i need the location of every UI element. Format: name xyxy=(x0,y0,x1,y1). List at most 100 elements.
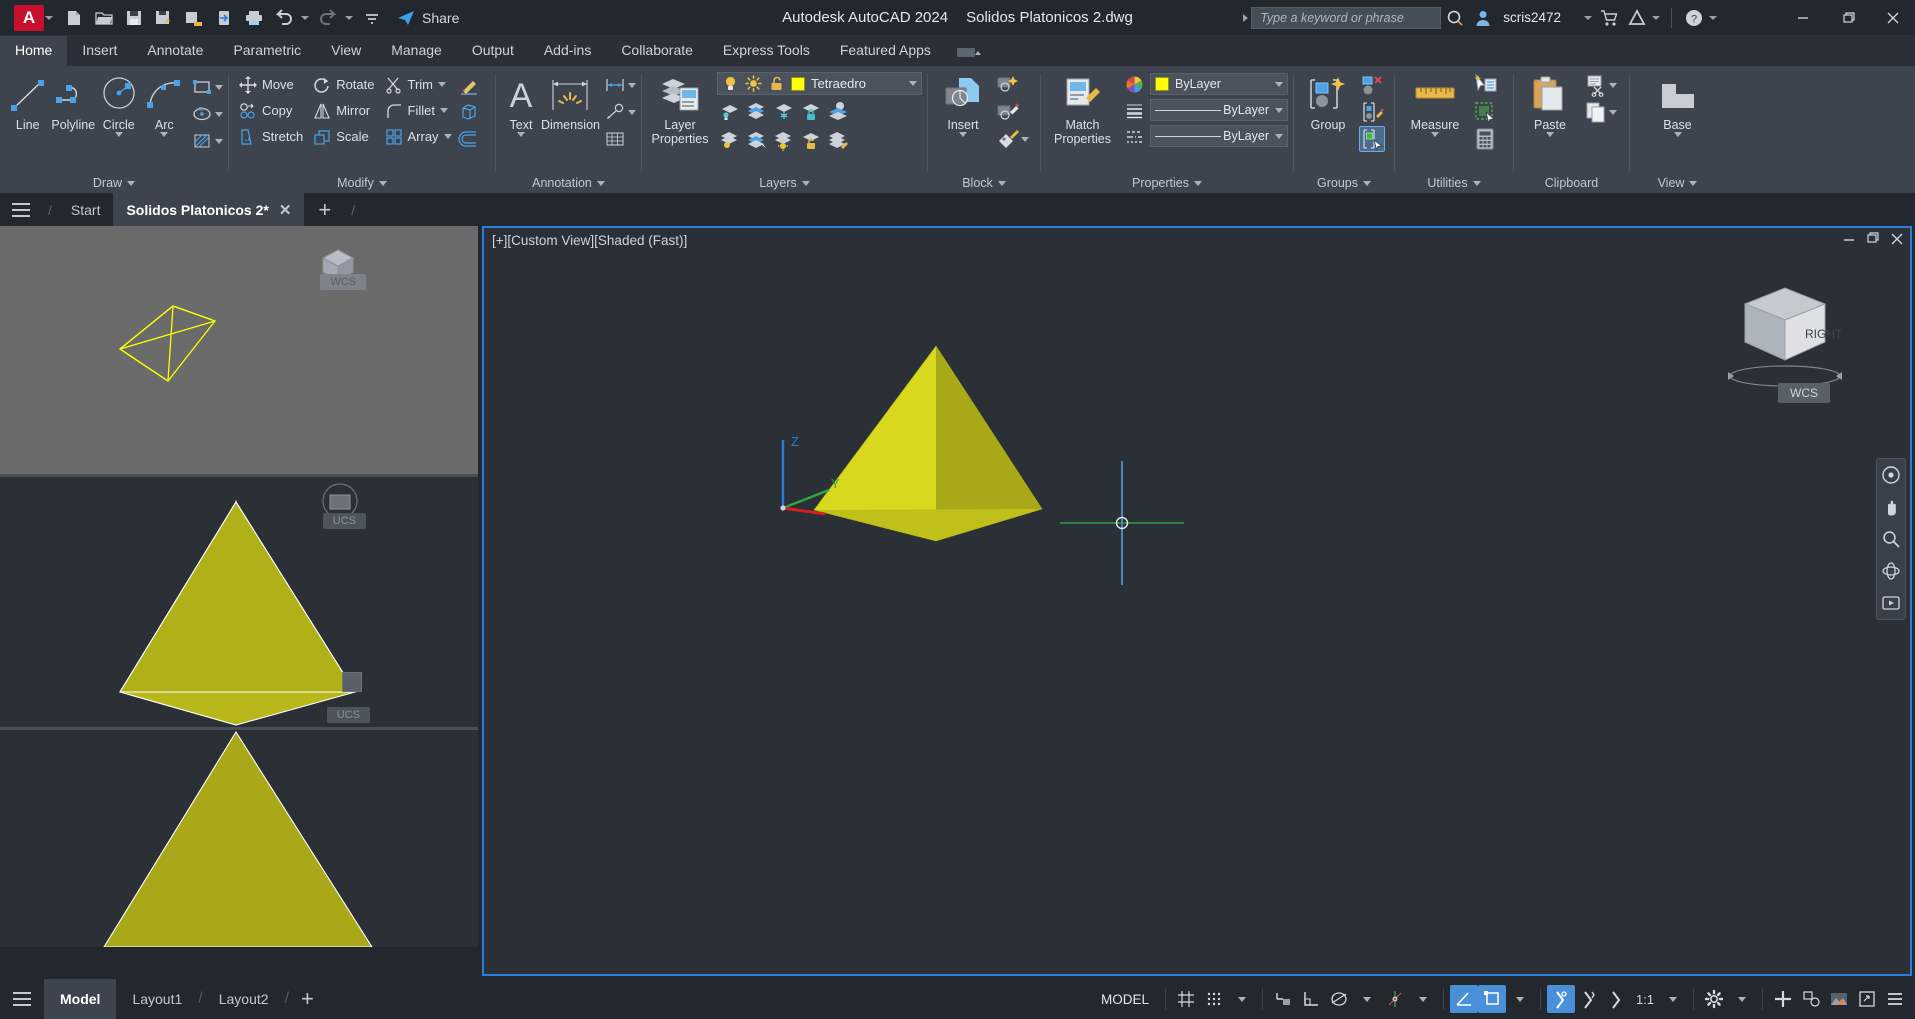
app-menu-chevron-icon[interactable] xyxy=(45,15,53,20)
annotation-scale-dropdown-icon[interactable] xyxy=(1659,985,1687,1013)
base-view-dropdown-icon[interactable] xyxy=(1673,132,1682,137)
draw-line-button[interactable]: Line xyxy=(5,72,51,132)
osnap-dropdown-icon[interactable] xyxy=(1409,985,1437,1013)
close-icon[interactable]: ✕ xyxy=(279,201,292,219)
array-dropdown-icon[interactable] xyxy=(443,134,452,139)
layer-properties-button[interactable]: Layer Properties xyxy=(647,72,713,146)
layer-freeze-icon[interactable] xyxy=(771,98,797,124)
autocad-logo-icon[interactable]: A xyxy=(14,4,44,31)
ortho-mode-icon[interactable] xyxy=(1297,985,1325,1013)
tab-express-tools[interactable]: Express Tools xyxy=(708,36,825,66)
create-block-icon[interactable] xyxy=(995,72,1021,98)
cart-icon[interactable] xyxy=(1595,4,1623,32)
save-as-icon[interactable] xyxy=(150,4,178,32)
group-selection-on-icon[interactable] xyxy=(1359,126,1385,152)
circle-dropdown-icon[interactable] xyxy=(114,132,123,137)
snap-dropdown-icon[interactable] xyxy=(1228,985,1256,1013)
hatch-icon[interactable] xyxy=(189,128,215,154)
add-layout-button[interactable]: + xyxy=(289,979,326,1019)
calculator-icon[interactable] xyxy=(1472,126,1498,152)
graphics-performance-icon[interactable] xyxy=(1825,985,1853,1013)
new-file-tab-button[interactable]: + xyxy=(304,197,345,223)
new-file-icon[interactable] xyxy=(60,4,88,32)
panel-utilities-expand-icon[interactable] xyxy=(1472,180,1481,186)
fillet-dropdown-icon[interactable] xyxy=(439,108,448,113)
polar-tracking-icon[interactable] xyxy=(1325,985,1353,1013)
lineweight-display-icon[interactable] xyxy=(1547,985,1575,1013)
modify-stretch-button[interactable]: Stretch xyxy=(234,124,308,149)
arc-dropdown-icon[interactable] xyxy=(160,132,169,137)
isolate-objects-icon[interactable] xyxy=(1769,985,1797,1013)
undo-icon[interactable] xyxy=(270,4,298,32)
tab-addins[interactable]: Add-ins xyxy=(529,36,606,66)
restore-window-button[interactable] xyxy=(1825,0,1870,35)
draw-arc-button[interactable]: Arc xyxy=(142,72,188,137)
layer-isolate-icon[interactable] xyxy=(717,98,743,124)
snap-mode-icon[interactable] xyxy=(1200,985,1228,1013)
tab-home[interactable]: Home xyxy=(0,36,68,66)
hatch-dropdown-icon[interactable] xyxy=(215,138,223,144)
share-button[interactable]: Share xyxy=(396,9,459,27)
paste-dropdown-icon[interactable] xyxy=(1546,132,1554,137)
group-edit-icon[interactable] xyxy=(1359,99,1385,125)
search-expand-icon[interactable] xyxy=(1243,13,1249,22)
object-snap-tracking-icon[interactable] xyxy=(1381,985,1409,1013)
viewport-control-box[interactable] xyxy=(342,672,362,692)
help-icon[interactable]: ? xyxy=(1680,4,1708,32)
rectangle-dropdown-icon[interactable] xyxy=(215,84,223,90)
explode-icon[interactable] xyxy=(456,99,482,125)
layer-thaw-icon[interactable] xyxy=(771,127,797,153)
quick-calc-select-icon[interactable] xyxy=(1472,99,1498,125)
search-icon[interactable] xyxy=(1441,4,1469,32)
open-file-icon[interactable] xyxy=(90,4,118,32)
showmotion-icon[interactable] xyxy=(1879,591,1903,615)
tab-insert[interactable]: Insert xyxy=(67,36,132,66)
viewcube-top-left[interactable] xyxy=(308,238,368,303)
avatar[interactable] xyxy=(1469,4,1497,32)
workspace-gear-icon[interactable] xyxy=(1700,985,1728,1013)
panel-draw-expand-icon[interactable] xyxy=(127,180,136,186)
match-properties-button[interactable]: Match Properties xyxy=(1046,72,1119,146)
panel-modify-expand-icon[interactable] xyxy=(378,180,387,186)
panel-annotation-expand-icon[interactable] xyxy=(596,180,605,186)
viewport-bottom-left[interactable]: UCS UCS xyxy=(0,477,478,947)
infer-constraints-icon[interactable] xyxy=(1269,985,1297,1013)
dynamic-ucs-icon[interactable] xyxy=(1450,985,1478,1013)
layer-unlock-icon[interactable] xyxy=(798,127,824,153)
selection-cycling-icon[interactable] xyxy=(1603,985,1631,1013)
modify-fillet-button[interactable]: Fillet xyxy=(380,98,440,123)
tab-manage[interactable]: Manage xyxy=(376,36,457,66)
tab-collaborate[interactable]: Collaborate xyxy=(606,36,708,66)
polar-dropdown-icon[interactable] xyxy=(1353,985,1381,1013)
ucs-badge-bottom-left[interactable]: UCS xyxy=(322,513,366,529)
file-menu-hamburger-icon[interactable] xyxy=(0,201,42,219)
clean-screen-icon[interactable] xyxy=(1853,985,1881,1013)
user-menu-chevron-icon[interactable] xyxy=(1584,15,1592,20)
measure-button[interactable]: Measure xyxy=(1400,72,1470,137)
trim-dropdown-icon[interactable] xyxy=(438,82,447,87)
tab-annotate[interactable]: Annotate xyxy=(132,36,218,66)
linetype-dropdown[interactable]: ByLayer xyxy=(1150,125,1288,147)
tab-view[interactable]: View xyxy=(316,36,376,66)
object-color-dropdown[interactable]: ByLayer xyxy=(1150,73,1288,95)
annotation-text-button[interactable]: A Text xyxy=(501,72,541,137)
layer-change-icon[interactable] xyxy=(825,127,851,153)
file-tab-start[interactable]: Start xyxy=(58,195,114,225)
copy-dropdown-icon[interactable] xyxy=(1609,109,1617,115)
modify-array-button[interactable]: Array xyxy=(380,124,444,149)
viewport-top-left[interactable]: WCS xyxy=(0,226,478,474)
offset-icon[interactable] xyxy=(456,126,482,152)
layer-match-icon[interactable] xyxy=(744,127,770,153)
panel-block-expand-icon[interactable] xyxy=(997,180,1006,186)
annotation-scale-value[interactable]: 1:1 xyxy=(1631,985,1659,1013)
layer-merge-icon[interactable] xyxy=(825,98,851,124)
tab-featured-apps[interactable]: Featured Apps xyxy=(825,36,946,66)
redo-icon[interactable] xyxy=(314,4,342,32)
rectangle-icon[interactable] xyxy=(189,74,215,100)
layer-unisolate-icon[interactable] xyxy=(744,98,770,124)
plot-icon[interactable] xyxy=(240,4,268,32)
draw-circle-button[interactable]: Circle xyxy=(96,72,142,137)
save-to-web-icon[interactable] xyxy=(180,4,208,32)
group-button[interactable]: Group xyxy=(1299,72,1357,132)
file-tab-solidos-platonicos-2[interactable]: Solidos Platonicos 2* ✕ xyxy=(113,193,305,226)
